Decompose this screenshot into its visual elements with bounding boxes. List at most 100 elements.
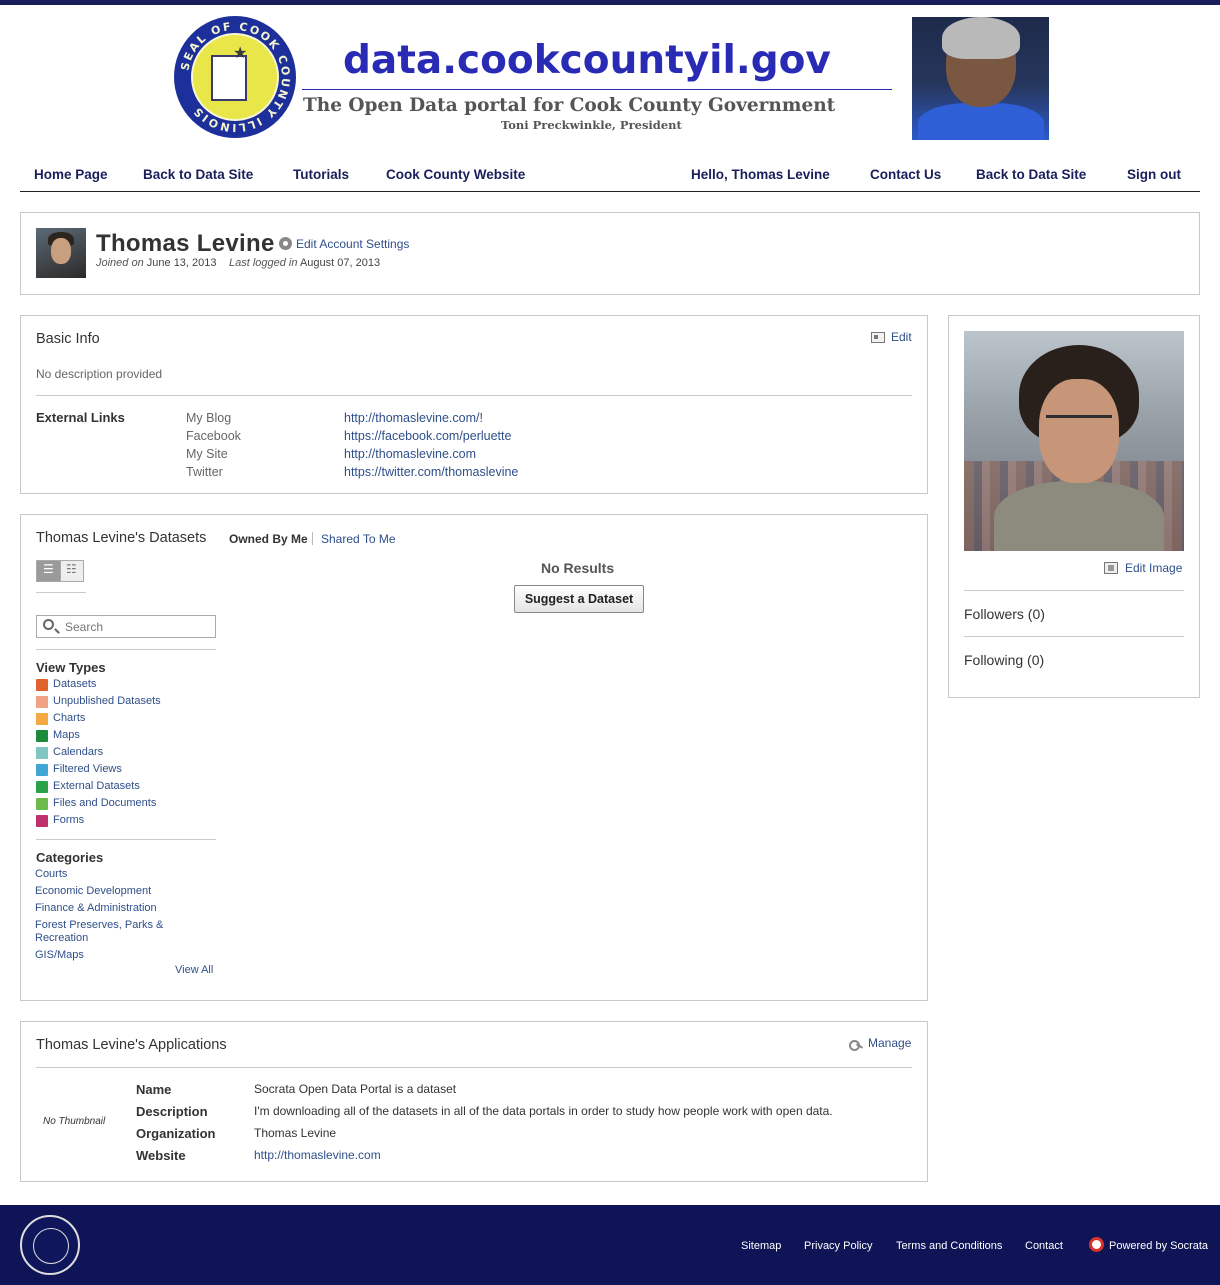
forms-icon — [36, 815, 48, 827]
category-economic-development[interactable]: Economic Development — [35, 885, 195, 898]
search-box — [36, 615, 216, 638]
category-finance-administration[interactable]: Finance & Administration — [35, 902, 195, 915]
edit-account-settings-link[interactable]: Edit Account Settings — [296, 237, 409, 251]
footer-privacy-policy[interactable]: Privacy Policy — [804, 1240, 872, 1252]
view-type-label: Files and Documents — [53, 797, 157, 809]
profile-header: Thomas Levine Edit Account Settings Join… — [20, 212, 1200, 295]
detail-view-button[interactable] — [61, 561, 84, 581]
basic-info-panel: Basic Info Edit No description provided … — [20, 315, 928, 494]
category-forest-preserves[interactable]: Forest Preserves, Parks & Recreation — [35, 919, 170, 945]
nav-contact-us[interactable]: Contact Us — [870, 167, 941, 182]
profile-photo — [964, 331, 1184, 551]
socrata-icon — [1089, 1237, 1104, 1252]
divider — [36, 592, 86, 593]
categories-title: Categories — [36, 850, 104, 865]
applications-panel: Thomas Levine's Applications Manage No T… — [20, 1021, 928, 1182]
link-url[interactable]: http://thomaslevine.com/! — [344, 411, 483, 425]
edit-image-link[interactable]: Edit Image — [1125, 561, 1182, 575]
view-type-label: Charts — [53, 712, 86, 724]
footer-seal-logo — [20, 1215, 80, 1275]
description-text: No description provided — [36, 367, 163, 381]
search-input[interactable] — [65, 619, 210, 634]
view-type-label: Forms — [53, 814, 85, 826]
applications-title: Thomas Levine's Applications — [36, 1037, 227, 1053]
files-and-documents-icon — [36, 798, 48, 810]
link-url[interactable]: http://thomaslevine.com — [344, 447, 476, 461]
no-thumbnail: No Thumbnail — [43, 1116, 106, 1127]
divider — [36, 649, 216, 650]
joined-date: June 13, 2013 — [146, 257, 217, 269]
maps-icon — [36, 730, 48, 742]
view-toggle — [36, 560, 84, 582]
site-banner: SEAL OF COOK COUNTY ILLINOIS ★ data.cook… — [160, 14, 1050, 142]
basic-info-title: Basic Info — [36, 331, 100, 347]
datasets-title: Thomas Levine's Datasets — [36, 530, 207, 546]
link-name: Twitter — [186, 465, 223, 479]
view-type-label: Maps — [53, 729, 80, 741]
manage-link[interactable]: Manage — [868, 1036, 911, 1050]
app-field-value: I'm downloading all of the datasets in a… — [254, 1104, 833, 1118]
view-type-label: External Datasets — [53, 780, 140, 792]
joined-label: Joined on — [96, 257, 144, 269]
view-types-title: View Types — [36, 660, 106, 675]
main-nav: Home Page Back to Data Site Tutorials Co… — [20, 158, 1200, 192]
key-icon — [849, 1040, 863, 1051]
followers-link[interactable]: Followers (0) — [964, 606, 1045, 622]
suggest-dataset-button[interactable]: Suggest a Dataset — [514, 585, 644, 613]
tab-separator — [312, 532, 313, 545]
view-all-link[interactable]: View All — [175, 964, 213, 976]
nav-back-to-data-site-right[interactable]: Back to Data Site — [976, 167, 1086, 182]
following-link[interactable]: Following (0) — [964, 652, 1044, 668]
joined-info: Joined on June 13, 2013 — [96, 257, 217, 269]
last-logged-label: Last logged in — [229, 257, 298, 269]
category-courts[interactable]: Courts — [35, 868, 195, 881]
app-field-key: Description — [136, 1104, 208, 1119]
powered-by-socrata[interactable]: Powered by Socrata — [1109, 1240, 1208, 1252]
site-president: Toni Preckwinkle, President — [501, 118, 682, 132]
user-name: Thomas Levine — [96, 230, 275, 257]
nav-back-to-data-site[interactable]: Back to Data Site — [143, 167, 253, 182]
nav-hello-user[interactable]: Hello, Thomas Levine — [691, 167, 830, 182]
nav-tutorials[interactable]: Tutorials — [293, 167, 349, 182]
divider — [964, 590, 1184, 591]
last-logged-info: Last logged in August 07, 2013 — [229, 257, 380, 269]
category-gis-maps[interactable]: GIS/Maps — [35, 949, 195, 962]
president-photo — [912, 17, 1049, 140]
top-stripe — [0, 0, 1220, 5]
divider — [36, 395, 912, 396]
edit-card-icon — [871, 332, 885, 343]
link-url[interactable]: https://facebook.com/perluette — [344, 429, 511, 443]
datasets-icon — [36, 679, 48, 691]
tab-owned-by-me[interactable]: Owned By Me — [229, 532, 308, 546]
search-icon — [43, 619, 54, 630]
tab-shared-to-me[interactable]: Shared To Me — [321, 532, 396, 546]
site-title: data.cookcountyil.gov — [343, 38, 831, 83]
list-view-button[interactable] — [37, 561, 61, 581]
divider — [964, 636, 1184, 637]
view-type-label: Datasets — [53, 678, 97, 690]
divider — [36, 839, 216, 840]
nav-home-page[interactable]: Home Page — [34, 167, 108, 182]
link-url[interactable]: https://twitter.com/thomaslevine — [344, 465, 518, 479]
link-name: Facebook — [186, 429, 241, 443]
link-name: My Site — [186, 447, 228, 461]
county-seal-logo: SEAL OF COOK COUNTY ILLINOIS ★ — [174, 16, 296, 138]
nav-cook-county-website[interactable]: Cook County Website — [386, 167, 525, 182]
external-links-label: External Links — [36, 410, 125, 425]
footer-terms[interactable]: Terms and Conditions — [896, 1240, 1002, 1252]
app-field-value: Socrata Open Data Portal is a dataset — [254, 1082, 457, 1096]
app-field-key: Organization — [136, 1126, 216, 1141]
app-field-key: Website — [136, 1148, 186, 1163]
footer: Sitemap Privacy Policy Terms and Conditi… — [0, 1205, 1220, 1285]
profile-sidebar: Edit Image Followers (0) Following (0) — [948, 315, 1200, 698]
view-type-label: Filtered Views — [53, 763, 122, 775]
divider — [36, 1067, 912, 1068]
basic-info-edit-link[interactable]: Edit — [891, 330, 912, 344]
app-website-link[interactable]: http://thomaslevine.com — [254, 1148, 381, 1162]
footer-contact[interactable]: Contact — [1025, 1240, 1063, 1252]
site-subtitle: The Open Data portal for Cook County Gov… — [303, 95, 836, 116]
unpublished-datasets-icon — [36, 696, 48, 708]
footer-sitemap[interactable]: Sitemap — [741, 1240, 781, 1252]
external-datasets-icon — [36, 781, 48, 793]
nav-sign-out[interactable]: Sign out — [1127, 167, 1181, 182]
